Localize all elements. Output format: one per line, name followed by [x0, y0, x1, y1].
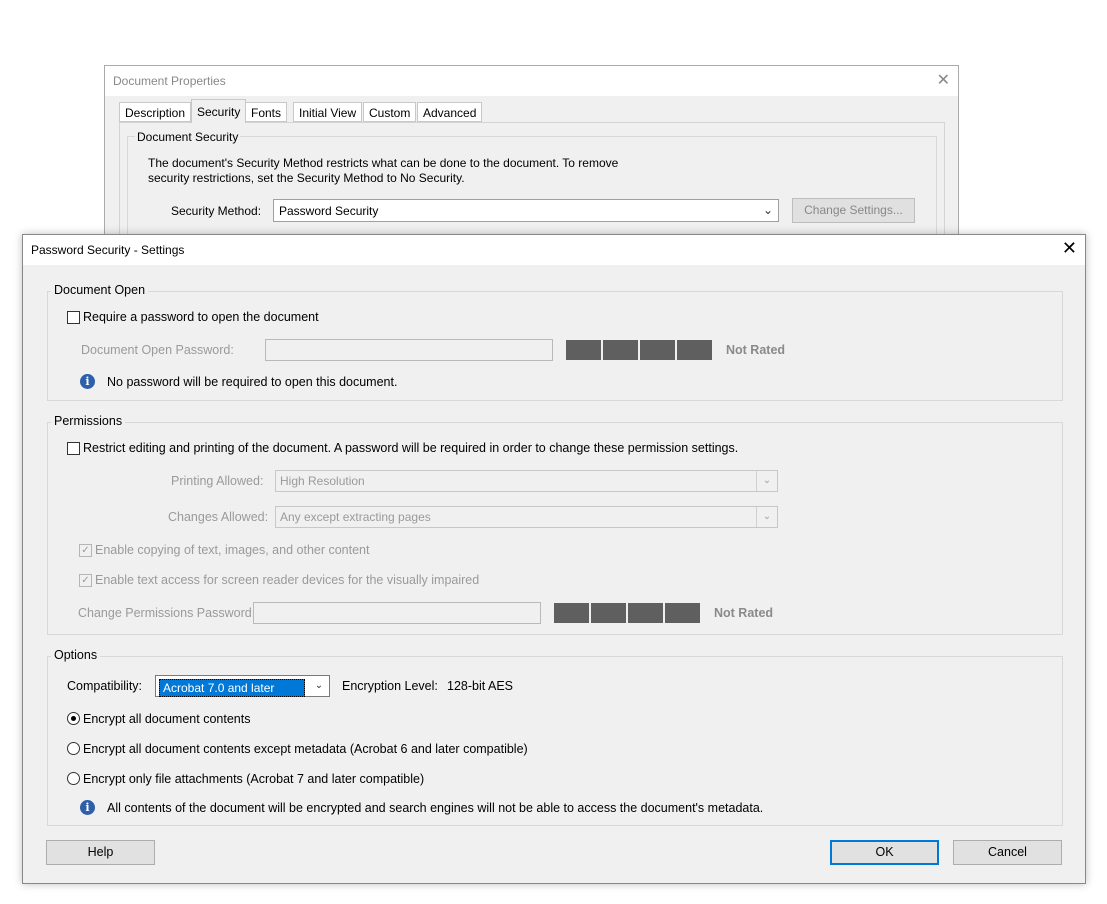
tab-initial-view[interactable]: Initial View — [293, 102, 363, 122]
tab-advanced[interactable]: Advanced — [417, 102, 483, 122]
encrypt-all-radio[interactable] — [67, 712, 80, 725]
close-icon[interactable]: ✕ — [937, 70, 950, 90]
ok-button[interactable]: OK — [830, 840, 939, 865]
strength-segment — [665, 603, 700, 623]
security-description-line-2: security restrictions, set the Security … — [148, 171, 465, 185]
printing-allowed-label: Printing Allowed: — [171, 474, 264, 488]
password-security-titlebar: Password Security - Settings ✕ — [23, 235, 1085, 265]
cancel-button[interactable]: Cancel — [953, 840, 1062, 865]
tab-fonts[interactable]: Fonts — [245, 102, 288, 122]
chevron-down-icon: ⌄ — [756, 507, 777, 527]
tab-description[interactable]: Description — [119, 102, 192, 122]
document-open-info-text: No password will be required to open thi… — [107, 375, 398, 389]
chevron-down-icon: ⌄ — [756, 471, 777, 491]
change-permissions-password-label: Change Permissions Password: — [78, 606, 256, 620]
compatibility-label: Compatibility: — [67, 679, 143, 693]
restrict-editing-label: Restrict editing and printing of the doc… — [83, 441, 739, 455]
encrypt-attachments-radio[interactable] — [67, 772, 80, 785]
permissions-password-rating: Not Rated — [714, 606, 774, 620]
changes-allowed-label: Changes Allowed: — [168, 510, 269, 524]
enable-screen-reader-checkbox[interactable]: ✓ — [79, 574, 92, 587]
require-password-checkbox[interactable] — [67, 311, 80, 324]
strength-segment — [677, 340, 712, 360]
security-method-select[interactable]: Password Security ⌄ — [273, 199, 779, 222]
permissions-password-strength-meter — [554, 603, 700, 623]
permissions-title: Permissions — [51, 414, 126, 428]
security-method-value: Password Security — [279, 204, 379, 218]
strength-segment — [566, 340, 601, 360]
compatibility-value: Acrobat 7.0 and later — [159, 679, 305, 697]
document-properties-titlebar: Document Properties ✕ — [105, 66, 958, 96]
encrypt-attachments-label: Encrypt only file attachments (Acrobat 7… — [83, 772, 425, 786]
encryption-level-value: 128-bit AES — [447, 679, 514, 693]
document-open-password-field[interactable] — [265, 339, 553, 361]
security-description-line-1: The document's Security Method restricts… — [148, 156, 619, 170]
chevron-down-icon: ⌄ — [314, 680, 324, 691]
password-security-settings-dialog: Password Security - Settings ✕ Document … — [22, 234, 1086, 884]
document-properties-title: Document Properties — [113, 74, 226, 88]
change-settings-button[interactable]: Change Settings... — [792, 198, 915, 223]
chevron-down-icon: ⌄ — [762, 203, 773, 217]
info-icon: i — [80, 800, 95, 815]
document-open-title: Document Open — [51, 283, 149, 297]
help-button[interactable]: Help — [46, 840, 155, 865]
change-permissions-password-field[interactable] — [253, 602, 541, 624]
options-title: Options — [51, 648, 101, 662]
security-method-label: Security Method: — [171, 204, 262, 218]
dialog-title: Password Security - Settings — [31, 243, 185, 257]
changes-allowed-value: Any except extracting pages — [280, 510, 431, 524]
open-password-rating: Not Rated — [726, 343, 786, 357]
tab-custom[interactable]: Custom — [363, 102, 417, 122]
strength-segment — [628, 603, 663, 623]
security-description: The document's Security Method restricts… — [148, 156, 668, 186]
compatibility-select[interactable]: Acrobat 7.0 and later ⌄ — [155, 675, 330, 697]
enable-screen-reader-label: Enable text access for screen reader dev… — [95, 573, 480, 587]
printing-allowed-select[interactable]: High Resolution ⌄ — [275, 470, 778, 492]
encrypt-except-metadata-radio[interactable] — [67, 742, 80, 755]
tab-security[interactable]: Security — [191, 99, 247, 123]
open-password-strength-meter — [566, 340, 712, 360]
encrypt-except-metadata-label: Encrypt all document contents except met… — [83, 742, 528, 756]
encrypt-all-label: Encrypt all document contents — [83, 712, 251, 726]
close-icon[interactable]: ✕ — [1062, 238, 1077, 259]
printing-allowed-value: High Resolution — [280, 474, 365, 488]
restrict-editing-checkbox[interactable] — [67, 442, 80, 455]
document-security-title: Document Security — [135, 130, 241, 144]
info-icon: i — [80, 374, 95, 389]
strength-segment — [591, 603, 626, 623]
changes-allowed-select[interactable]: Any except extracting pages ⌄ — [275, 506, 778, 528]
strength-segment — [554, 603, 589, 623]
require-password-label: Require a password to open the document — [83, 310, 319, 324]
options-info-text: All contents of the document will be enc… — [107, 801, 764, 815]
enable-copying-checkbox[interactable]: ✓ — [79, 544, 92, 557]
encryption-level-label: Encryption Level: — [342, 679, 438, 693]
strength-segment — [603, 340, 638, 360]
document-open-password-label: Document Open Password: — [81, 343, 234, 357]
enable-copying-label: Enable copying of text, images, and othe… — [95, 543, 370, 557]
strength-segment — [640, 340, 675, 360]
